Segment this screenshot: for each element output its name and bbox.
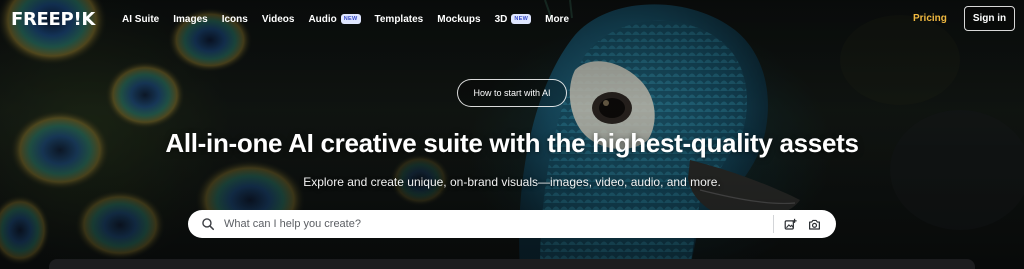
search-input[interactable] (224, 210, 744, 238)
pricing-link[interactable]: Pricing (913, 13, 947, 24)
nav-item-templates[interactable]: Templates (375, 14, 424, 25)
nav-item-label: Mockups (437, 13, 481, 25)
nav-menu: AI Suite Images Icons Videos Audio NEW Te… (122, 0, 569, 38)
nav-item-mockups[interactable]: Mockups (437, 14, 480, 25)
nav-item-audio[interactable]: Audio NEW (308, 13, 361, 25)
sign-in-button[interactable]: Sign in (964, 6, 1015, 31)
nav-item-images[interactable]: Images (173, 14, 207, 25)
nav-item-label: AI Suite (122, 13, 160, 25)
nav-item-label: Images (173, 13, 208, 25)
nav-item-label: More (545, 13, 570, 25)
hero-headline: All-in-one AI creative suite with the hi… (165, 128, 859, 158)
content-panel-edge (49, 259, 975, 269)
how-to-start-with-ai-button[interactable]: How to start with AI (457, 79, 567, 107)
search-icon (202, 218, 215, 231)
image-upload-button[interactable] (781, 215, 799, 233)
image-upload-icon (784, 218, 797, 230)
search-divider (773, 215, 774, 233)
hero-subheadline: Explore and create unique, on-brand visu… (303, 175, 721, 189)
nav-item-more[interactable]: More (545, 14, 569, 25)
nav-item-icons[interactable]: Icons (222, 14, 248, 25)
nav-item-label: Videos (261, 13, 295, 25)
nav-item-label: Templates (374, 13, 424, 25)
nav-item-label: Icons (221, 13, 248, 25)
search-bar (188, 210, 836, 238)
nav-item-ai-suite[interactable]: AI Suite (122, 14, 159, 25)
new-badge: NEW (511, 14, 532, 24)
nav-item-3d[interactable]: 3D NEW (495, 14, 532, 25)
new-badge: NEW (340, 14, 361, 24)
top-navigation: FREEP!K AI Suite Images Icons Videos Aud… (0, 0, 1024, 38)
camera-icon (808, 219, 820, 230)
nav-item-label: Audio (308, 13, 337, 25)
camera-search-button[interactable] (805, 215, 823, 233)
nav-item-label: 3D (494, 13, 508, 25)
nav-item-videos[interactable]: Videos (262, 14, 295, 25)
freepik-logo[interactable]: FREEP!K (11, 9, 95, 30)
